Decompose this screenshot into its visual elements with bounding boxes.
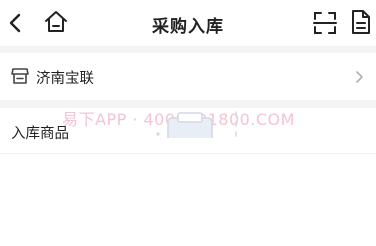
goods-section-heading: 入库商品 — [11, 126, 69, 142]
section-divider — [0, 153, 376, 154]
chevron-right-icon — [356, 71, 363, 83]
store-icon — [11, 68, 29, 84]
top-navigation-bar: 采购入库 — [0, 0, 376, 46]
supplier-select-row[interactable]: 济南宝联 — [0, 53, 376, 100]
supplier-name: 济南宝联 — [36, 71, 94, 87]
document-icon[interactable] — [350, 9, 372, 35]
scan-icon[interactable] — [312, 10, 338, 36]
empty-clipboard-illustration — [156, 111, 237, 138]
